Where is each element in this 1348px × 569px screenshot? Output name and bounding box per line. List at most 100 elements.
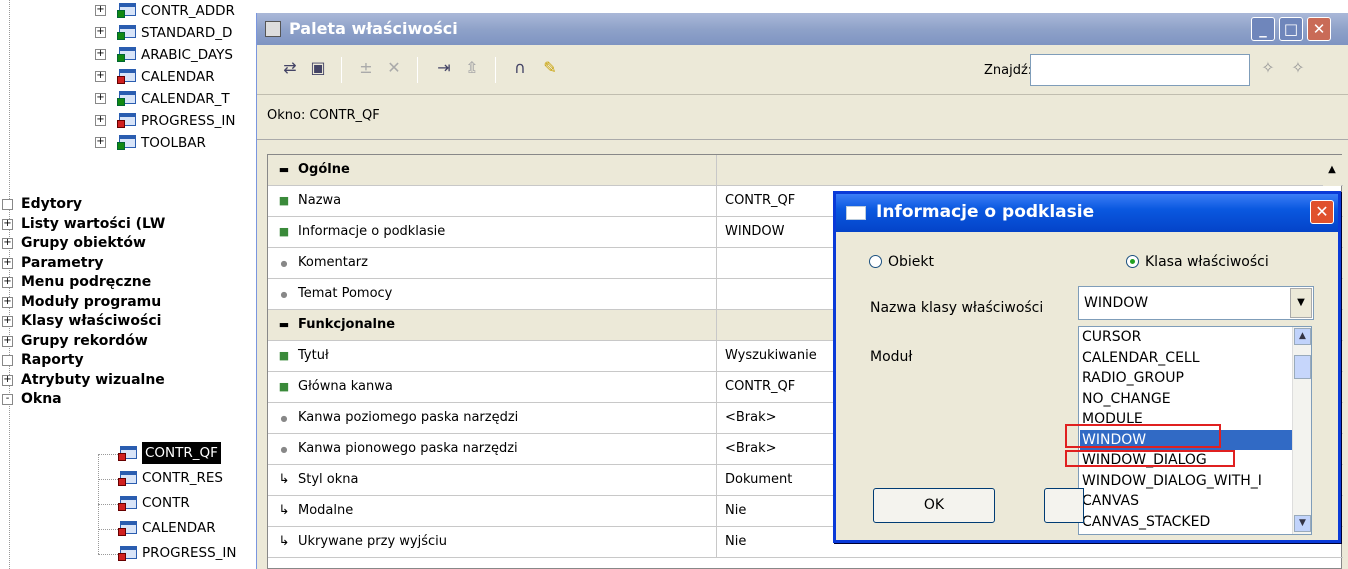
expand-icon[interactable]: + bbox=[95, 71, 106, 82]
class-option[interactable]: NO_CHANGE bbox=[1080, 389, 1292, 409]
find-label: Znajdź: bbox=[984, 63, 1033, 78]
ok-button[interactable]: OK bbox=[873, 488, 995, 523]
class-option[interactable]: CURSOR bbox=[1080, 327, 1292, 347]
tree-item-label: PROGRESS_IN bbox=[141, 113, 236, 129]
property-name-cell: ■ Informacje o podklasie bbox=[268, 217, 717, 248]
changed-property-icon: ■ bbox=[278, 194, 290, 207]
property-name-cell: ● Kanwa pionowego paska narzędzi bbox=[268, 434, 717, 465]
delete-property-icon[interactable]: ✕ bbox=[383, 57, 405, 79]
expand-icon[interactable]: + bbox=[2, 335, 13, 347]
expand-icon[interactable]: + bbox=[2, 277, 13, 288]
window-icon bbox=[117, 3, 137, 18]
default-property-icon: ● bbox=[280, 445, 288, 454]
list-scrollbar[interactable]: ▲ ▼ bbox=[1292, 327, 1311, 534]
expand-icon[interactable]: + bbox=[95, 49, 106, 60]
ok-button-label: OK bbox=[923, 497, 945, 513]
expand-icon[interactable]: + bbox=[2, 238, 13, 249]
expand-icon[interactable]: + bbox=[95, 5, 106, 16]
property-name: Tytuł bbox=[298, 348, 329, 363]
property-name: Funkcjonalne bbox=[298, 317, 396, 332]
pin-icon[interactable]: ✎ bbox=[539, 57, 561, 79]
property-category-row[interactable]: ▬ Ogólne bbox=[268, 155, 1343, 186]
property-name: Kanwa poziomego paska narzędzi bbox=[298, 410, 519, 425]
expand-icon[interactable]: + bbox=[95, 93, 106, 104]
radio-property-class-label: Klasa właściwości bbox=[1145, 254, 1269, 270]
radio-property-class[interactable]: Klasa właściwości bbox=[1126, 254, 1269, 270]
property-name-cell: ● Temat Pomocy bbox=[268, 279, 717, 310]
palette-title-bar[interactable]: Paleta właściwości _ □ ✕ bbox=[257, 13, 1348, 45]
tree-item-label: STANDARD_D bbox=[141, 25, 233, 41]
dialog-close-button[interactable]: ✕ bbox=[1310, 200, 1334, 224]
expand-icon[interactable]: + bbox=[2, 316, 13, 327]
radio-circle bbox=[869, 255, 882, 268]
toolbar-separator bbox=[495, 57, 496, 83]
class-option[interactable]: WINDOW_DIALOG_WITH_I bbox=[1080, 471, 1292, 491]
find-input[interactable] bbox=[1030, 54, 1250, 86]
tree-connector bbox=[98, 479, 118, 480]
window-icon bbox=[846, 206, 866, 220]
intersection-icon[interactable]: ∩ bbox=[509, 57, 531, 79]
dialog-title-bar[interactable]: Informacje o podklasie ✕ bbox=[836, 194, 1338, 232]
expand-icon[interactable] bbox=[2, 199, 13, 210]
inherit-icon[interactable]: ⇥ bbox=[433, 57, 455, 79]
property-name-cell: ▬ Funkcjonalne bbox=[268, 310, 717, 341]
minimize-button[interactable]: _ bbox=[1251, 17, 1275, 41]
copy-properties-icon[interactable]: ⇄ bbox=[279, 57, 301, 79]
property-name-cell: ■ Nazwa bbox=[268, 186, 717, 217]
add-property-icon[interactable]: ± bbox=[355, 57, 377, 79]
tree-item-label: CALENDAR bbox=[141, 69, 215, 85]
property-value: Nie bbox=[725, 503, 747, 518]
expand-icon[interactable]: + bbox=[2, 257, 13, 269]
changed-property-icon: ■ bbox=[278, 349, 290, 362]
second-button[interactable] bbox=[1044, 488, 1084, 523]
tree-group-label: Raporty bbox=[21, 352, 84, 368]
expand-icon[interactable]: + bbox=[95, 27, 106, 38]
class-option[interactable]: CANVAS bbox=[1080, 491, 1292, 511]
compare-icon[interactable]: ⇭ bbox=[461, 57, 483, 79]
property-name-cell: ■ Tytuł bbox=[268, 341, 717, 372]
expand-icon[interactable]: + bbox=[2, 296, 13, 308]
chevron-down-icon[interactable]: ▼ bbox=[1290, 288, 1312, 318]
tree-group-label: Menu podręczne bbox=[21, 274, 152, 290]
property-value: Nie bbox=[725, 534, 747, 549]
scroll-down-icon[interactable]: ▼ bbox=[1294, 515, 1311, 532]
maximize-button[interactable]: □ bbox=[1279, 17, 1303, 41]
property-name: Kanwa pionowego paska narzędzi bbox=[298, 441, 518, 456]
collapse-icon[interactable]: - bbox=[2, 394, 13, 405]
palette-title: Paleta właściwości bbox=[289, 19, 458, 38]
paste-properties-icon[interactable]: ▣ bbox=[307, 57, 329, 79]
property-value: Wyszukiwanie bbox=[725, 348, 817, 363]
scroll-up-icon[interactable]: ▲ bbox=[1323, 155, 1341, 186]
tree-window-label: CONTR_QF bbox=[142, 442, 221, 464]
expand-icon[interactable]: + bbox=[2, 374, 13, 386]
class-option[interactable]: CANVAS_STACKED bbox=[1080, 512, 1292, 532]
class-option[interactable]: CALENDAR_CELL bbox=[1080, 348, 1292, 368]
find-next-icon[interactable]: ✧ bbox=[1287, 57, 1309, 79]
expand-icon[interactable] bbox=[2, 355, 13, 366]
property-value: <Brak> bbox=[725, 441, 777, 456]
property-name-cell: ▬ Ogólne bbox=[268, 155, 717, 186]
inherited-property-icon: ↳ bbox=[278, 472, 290, 487]
window-icon bbox=[117, 25, 137, 40]
class-name-combobox[interactable]: WINDOW ▼ bbox=[1078, 286, 1314, 320]
property-value-cell[interactable] bbox=[717, 155, 1343, 186]
collapse-icon[interactable]: ▬ bbox=[276, 310, 292, 340]
property-name-cell: ● Kanwa poziomego paska narzędzi bbox=[268, 403, 717, 434]
toolbar-separator bbox=[417, 57, 418, 83]
radio-object[interactable]: Obiekt bbox=[869, 254, 934, 270]
property-value: Dokument bbox=[725, 472, 793, 487]
class-option[interactable]: RADIO_GROUP bbox=[1080, 368, 1292, 388]
expand-icon[interactable]: + bbox=[95, 115, 106, 126]
property-value: CONTR_QF bbox=[725, 379, 796, 394]
collapse-icon[interactable]: ▬ bbox=[276, 155, 292, 185]
expand-icon[interactable]: + bbox=[95, 137, 106, 148]
palette-toolbar: ⇄ ▣ ± ✕ ⇥ ⇭ ∩ ✎ Znajdź: ✧ ✧ bbox=[257, 45, 1348, 95]
inherited-property-icon: ↳ bbox=[278, 503, 290, 518]
close-button[interactable]: ✕ bbox=[1307, 17, 1331, 41]
scroll-thumb[interactable] bbox=[1294, 355, 1311, 379]
tree-group-label: Okna bbox=[21, 391, 62, 407]
scroll-up-icon[interactable]: ▲ bbox=[1294, 328, 1311, 345]
tree-connector bbox=[98, 554, 118, 555]
find-previous-icon[interactable]: ✧ bbox=[1257, 57, 1279, 79]
expand-icon[interactable]: + bbox=[2, 218, 13, 230]
